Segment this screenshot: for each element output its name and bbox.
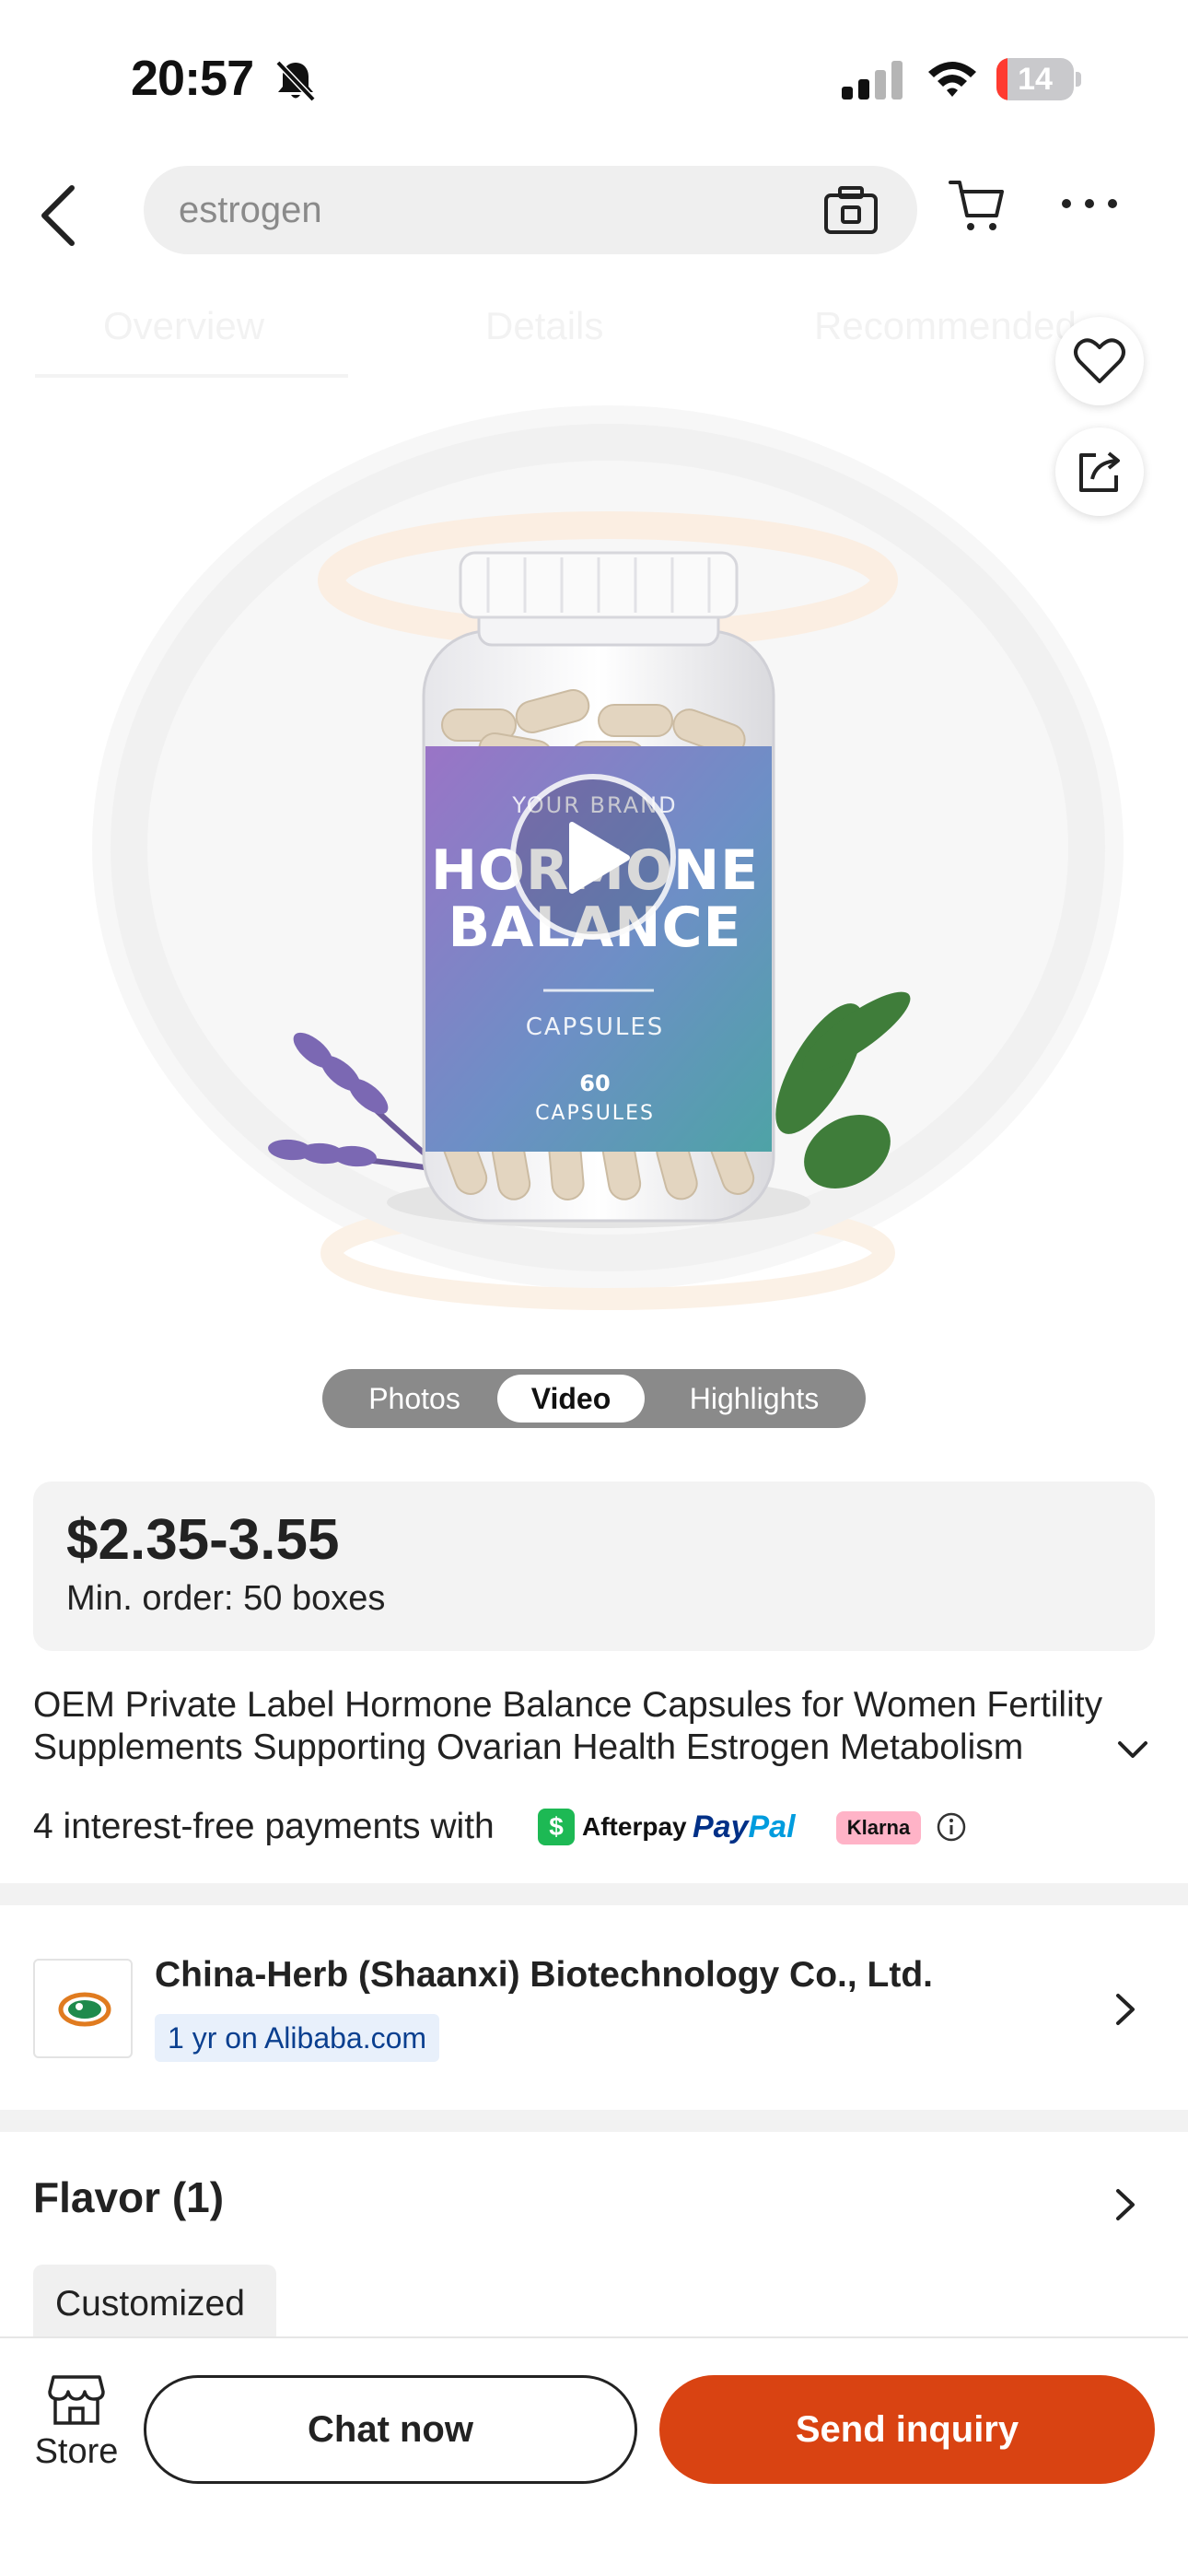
bottom-action-bar: Store Chat now Send inquiry [0, 2336, 1188, 2576]
status-bar: 20:57 14 [0, 0, 1188, 157]
share-icon [1079, 451, 1120, 492]
tab-overview[interactable]: Overview [103, 304, 264, 348]
section-tabs: Overview Details Recommended [0, 276, 1188, 378]
back-icon[interactable] [33, 181, 88, 251]
switch-photos[interactable]: Photos [341, 1369, 488, 1428]
store-icon [48, 2375, 105, 2425]
flavor-section[interactable]: Flavor (1) Customized [0, 2132, 1188, 2353]
more-icon[interactable] [1059, 190, 1120, 217]
supplier-years-badge: 1 yr on Alibaba.com [155, 2014, 440, 2062]
cart-icon[interactable] [949, 177, 1006, 234]
paypal-logo: PayPal [693, 1804, 796, 1850]
signal-icon [842, 61, 903, 100]
top-nav: estrogen [0, 157, 1188, 267]
send-inquiry-button[interactable]: Send inquiry [659, 2375, 1155, 2484]
payment-options[interactable]: 4 interest-free payments with $ Afterpay… [33, 1804, 1138, 1850]
product-media[interactable]: Overview Details Recommended YOUR BRAND … [0, 276, 1188, 1437]
paypal-logo-part1: Pay [693, 1809, 749, 1844]
media-switch: Photos Video Highlights [322, 1369, 866, 1428]
bell-slash-icon [275, 60, 316, 102]
chat-now-button[interactable]: Chat now [144, 2375, 637, 2484]
play-video-button[interactable] [510, 774, 676, 940]
supplier-logo [33, 1959, 133, 2058]
paypal-logo-part2: Pal [748, 1809, 796, 1844]
switch-highlights[interactable]: Highlights [658, 1369, 851, 1428]
search-input[interactable]: estrogen [144, 166, 917, 254]
store-label: Store [34, 2432, 119, 2471]
camera-icon[interactable] [823, 184, 879, 236]
klarna-logo: Klarna [836, 1811, 921, 1844]
section-divider [0, 2110, 1188, 2132]
product-title: OEM Private Label Hormone Balance Capsul… [33, 1685, 1103, 1767]
product-label-count: 60 [579, 1071, 611, 1096]
share-button[interactable] [1055, 427, 1144, 516]
play-icon [569, 822, 630, 894]
battery-indicator: 14 [996, 58, 1081, 100]
tab-recommended[interactable]: Recommended [814, 304, 1077, 348]
store-button[interactable]: Store [26, 2373, 127, 2484]
supplier-logo-icon [58, 1992, 111, 2027]
wifi-icon [928, 62, 976, 97]
switch-video[interactable]: Video [497, 1375, 645, 1423]
info-icon[interactable] [936, 1811, 967, 1843]
supplier-name: China-Herb (Shaanxi) Biotechnology Co., … [155, 1955, 934, 1995]
min-order: Min. order: 50 boxes [66, 1579, 386, 1618]
section-divider [0, 1883, 1188, 1905]
afterpay-icon: $ [538, 1809, 575, 1845]
afterpay-logo: Afterpay [582, 1812, 687, 1841]
product-label-subtitle: CAPSULES [525, 1013, 665, 1041]
flavor-title: Flavor (1) [33, 2173, 225, 2221]
chevron-down-icon[interactable] [1114, 1738, 1151, 1763]
heart-icon [1074, 338, 1125, 383]
search-query: estrogen [179, 190, 322, 230]
tab-details[interactable]: Details [485, 304, 603, 348]
favorite-button[interactable] [1055, 317, 1144, 405]
battery-level: 14 [1018, 62, 1053, 97]
supplier-card[interactable]: China-Herb (Shaanxi) Biotechnology Co., … [0, 1905, 1188, 2110]
chevron-right-icon[interactable] [1112, 2185, 1138, 2224]
price-range: $2.35-3.55 [66, 1508, 340, 1572]
tab-underline [35, 374, 348, 378]
chevron-right-icon[interactable] [1112, 1990, 1138, 2029]
payments-text: 4 interest-free payments with [33, 1807, 495, 1846]
product-label-count-unit: CAPSULES [535, 1102, 655, 1125]
price-card: $2.35-3.55 Min. order: 50 boxes [33, 1481, 1155, 1651]
status-time: 20:57 [131, 51, 254, 106]
